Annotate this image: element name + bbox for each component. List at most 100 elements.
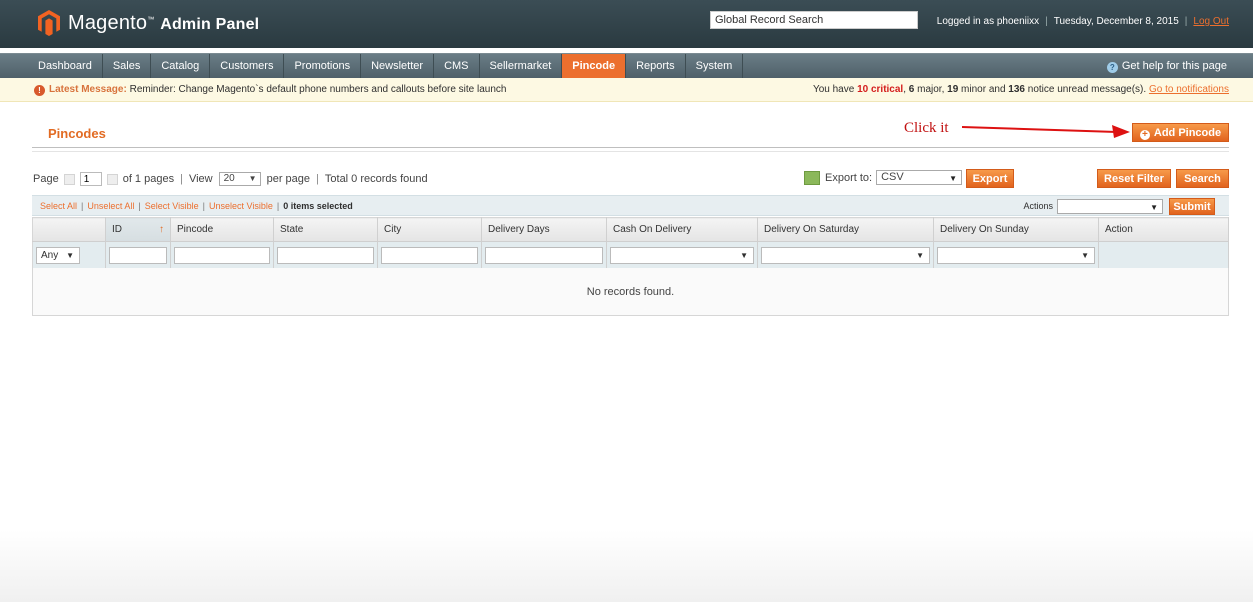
col-cash-on-delivery[interactable]: Cash On Delivery: [606, 217, 758, 242]
grid-empty-row: No records found.: [32, 268, 1229, 316]
logo-brand: Magento: [68, 11, 148, 34]
filter-id-cell: [105, 241, 171, 268]
logout-link[interactable]: Log Out: [1193, 16, 1229, 27]
logo-product: Admin Panel: [160, 15, 260, 33]
filter-city-cell: [377, 241, 482, 268]
title-divider: [32, 147, 1229, 152]
next-page-button[interactable]: [106, 173, 118, 185]
view-label: View: [188, 173, 213, 185]
add-pincode-label: Add Pincode: [1153, 127, 1222, 139]
col-id[interactable]: ID ↑: [105, 217, 171, 242]
page-number-input[interactable]: [79, 172, 102, 186]
filter-saturday-select[interactable]: ▼: [761, 246, 930, 264]
filter-cod-cell: ▼: [606, 241, 758, 268]
major-count: 6: [908, 84, 915, 95]
export-icon: [804, 170, 820, 185]
export-format-value: CSV: [881, 171, 904, 183]
nav-catalog[interactable]: Catalog: [151, 54, 211, 78]
filter-state-input[interactable]: [277, 246, 374, 264]
col-delivery-sunday[interactable]: Delivery On Sunday: [933, 217, 1099, 242]
pager-separator: |: [316, 173, 319, 185]
filter-any-value: Any: [41, 249, 59, 261]
reset-filter-button[interactable]: Reset Filter: [1097, 169, 1171, 188]
selected-count: 0: [283, 201, 289, 211]
filter-state-cell: [273, 241, 378, 268]
header-user-info: Logged in as phoeniixx | Tuesday, December…: [936, 16, 1229, 27]
nav-reports[interactable]: Reports: [626, 54, 686, 78]
nav-promotions[interactable]: Promotions: [284, 54, 362, 78]
col-delivery-saturday[interactable]: Delivery On Saturday: [757, 217, 934, 242]
plus-icon: +: [1139, 130, 1150, 140]
header-date: Tuesday, December 8, 2015: [1053, 16, 1179, 27]
add-pincode-button[interactable]: + Add Pincode: [1132, 123, 1229, 142]
alert-icon: !: [34, 85, 45, 96]
filter-cod-select[interactable]: ▼: [610, 246, 754, 264]
col-id-label: ID: [112, 224, 122, 235]
filter-any-select[interactable]: Any ▼: [36, 246, 80, 264]
total-records-text: Total 0 records found: [324, 173, 428, 185]
mass-separator: |: [202, 201, 205, 211]
nav-sales[interactable]: Sales: [103, 54, 152, 78]
minor-count: 19: [947, 84, 959, 95]
global-record-search-input[interactable]: [710, 11, 918, 29]
major-text: major,: [917, 84, 945, 95]
filter-city-input[interactable]: [381, 246, 478, 264]
mass-separator: |: [276, 201, 280, 211]
export-label: Export to:: [825, 171, 873, 184]
export-button[interactable]: Export: [966, 169, 1014, 188]
unselect-all-link[interactable]: Unselect All: [87, 201, 134, 211]
nav-dashboard[interactable]: Dashboard: [0, 54, 103, 78]
per-page-select[interactable]: 20 ▼: [218, 172, 261, 186]
col-pincode[interactable]: Pincode: [170, 217, 274, 242]
filter-sunday-select[interactable]: ▼: [937, 246, 1095, 264]
massaction-bar: Select All | Unselect All | Select Visible | U…: [32, 195, 1229, 216]
no-records-text: No records found.: [32, 268, 1229, 316]
nav-system[interactable]: System: [686, 54, 744, 78]
unselect-visible-link[interactable]: Unselect Visible: [209, 201, 273, 211]
nav-cms[interactable]: CMS: [434, 54, 480, 78]
nav-newsletter[interactable]: Newsletter: [361, 54, 435, 78]
grid-header-row: ID ↑ Pincode State City Delivery Days Cas…: [32, 217, 1229, 242]
help-link[interactable]: ? Get help for this page: [1106, 54, 1227, 78]
col-city[interactable]: City: [377, 217, 482, 242]
nav-sellermarket[interactable]: Sellermarket: [480, 54, 563, 78]
nav-pincode[interactable]: Pincode: [562, 54, 627, 78]
actions-label: Actions: [1023, 201, 1053, 211]
select-all-link[interactable]: Select All: [40, 201, 77, 211]
filter-delivery-days-input[interactable]: [485, 246, 603, 264]
prev-page-button[interactable]: [63, 173, 75, 185]
export-format-select[interactable]: CSV ▼: [876, 170, 963, 185]
nav-customers[interactable]: Customers: [210, 54, 285, 78]
filter-massaction-cell: Any ▼: [32, 241, 106, 268]
grid-filter-row: Any ▼ ▼ ▼ ▼: [32, 241, 1229, 268]
annotation-arrow-icon: [962, 125, 1130, 138]
notice-prefix: You have: [812, 84, 855, 95]
submit-button[interactable]: Submit: [1169, 198, 1215, 215]
page-label: Page: [33, 173, 59, 185]
go-to-notifications-link[interactable]: Go to notifications: [1149, 84, 1229, 95]
selected-text: items selected: [290, 201, 353, 211]
filter-pincode-input[interactable]: [174, 246, 270, 264]
chevron-down-icon: ▼: [740, 250, 748, 260]
export-group: Export to: CSV ▼: [804, 170, 963, 185]
per-page-value: 20: [223, 173, 235, 184]
magento-logo[interactable]: Magento™ Admin Panel: [38, 10, 259, 36]
per-page-text: per page: [266, 173, 311, 185]
chevron-down-icon: ▼: [949, 174, 958, 183]
help-icon: ?: [1106, 62, 1118, 73]
filter-delivery-days-cell: [481, 241, 607, 268]
filter-sunday-cell: ▼: [933, 241, 1099, 268]
select-visible-link[interactable]: Select Visible: [145, 201, 199, 211]
actions-select[interactable]: ▼: [1057, 199, 1163, 214]
search-button[interactable]: Search: [1176, 169, 1229, 188]
col-delivery-days[interactable]: Delivery Days: [481, 217, 607, 242]
filter-id-input[interactable]: [109, 246, 167, 264]
click-it-annotation: Click it: [904, 120, 949, 136]
latest-message-text: Reminder: Change Magento`s default phone…: [129, 84, 507, 95]
pager-separator: |: [180, 173, 183, 185]
chevron-down-icon: ▼: [248, 174, 257, 183]
chevron-down-icon: ▼: [916, 250, 924, 260]
col-state[interactable]: State: [273, 217, 378, 242]
critical-count[interactable]: 10 critical: [857, 84, 903, 95]
page-footer-fade: [0, 530, 1253, 602]
